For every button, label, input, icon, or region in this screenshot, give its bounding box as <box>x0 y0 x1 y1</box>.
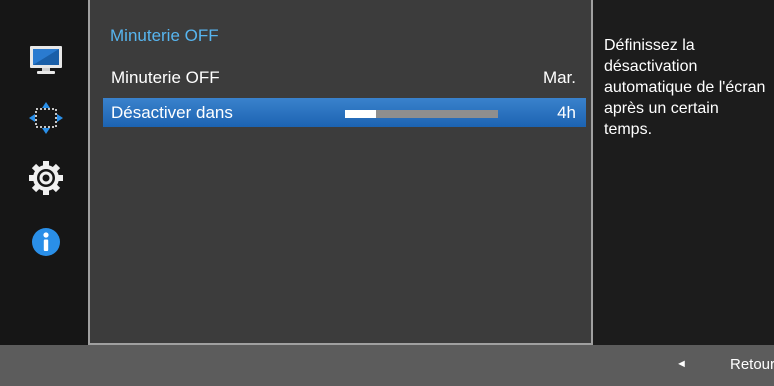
gear-icon[interactable] <box>28 160 64 196</box>
menu-item-label: Désactiver dans <box>111 103 233 122</box>
progress-slider-fill <box>345 110 376 118</box>
back-button[interactable]: Retour <box>730 356 774 373</box>
help-panel: Définissez la désactivation automatique … <box>593 0 774 345</box>
settings-panel: Minuterie OFF Minuterie OFF Mar. Désacti… <box>88 0 593 345</box>
progress-slider[interactable] <box>345 110 498 118</box>
info-icon[interactable] <box>28 224 64 260</box>
menu-item-label: Minuterie OFF <box>111 68 220 87</box>
resize-arrows-icon[interactable] <box>28 100 64 136</box>
menu-item-minuterie-off[interactable]: Minuterie OFF Mar. <box>103 63 586 92</box>
left-triangle-icon[interactable]: ◄ <box>676 358 687 370</box>
footer-bar: ◄ Retour <box>0 345 774 386</box>
menu-item-desactiver-dans[interactable]: Désactiver dans 4h <box>103 98 586 127</box>
panel-title: Minuterie OFF <box>110 26 219 45</box>
menu-item-value: 4h <box>557 103 576 122</box>
monitor-icon[interactable] <box>28 42 64 78</box>
help-text: Définissez la désactivation automatique … <box>604 37 766 138</box>
sidebar <box>0 0 88 345</box>
menu-item-value: Mar. <box>542 68 576 87</box>
